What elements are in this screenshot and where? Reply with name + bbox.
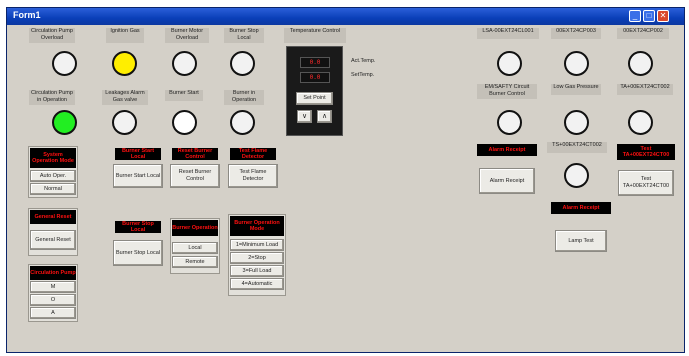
temperature-down-button[interactable]: ∨ [297,110,312,123]
min-load-button[interactable]: 1=Minimum Load [230,239,284,251]
test-flame-detector-header: Test Flame Detector [230,148,276,160]
title-bar[interactable]: Form1 _ □ ✕ [7,8,684,25]
burner-stop-local-header: Burner Stop Local [115,221,161,233]
general-reset-button[interactable]: General Reset [30,230,76,250]
close-button[interactable]: ✕ [657,10,669,22]
burner-operation-mode-header: Burner Operation Mode [230,216,284,236]
circ-pump-off-button[interactable]: O [30,294,76,306]
test-ta-header: Test TA+00EXT24CT00 [617,144,675,160]
indicator-label-ts: TS+00EXT24CT002 [547,142,607,153]
indicator-label-lsa: LSA-00EXT24CL001 [477,28,539,39]
burner-operation-header: Burner Operation [172,220,218,236]
circ-pump-auto-button[interactable]: A [30,307,76,319]
alarm-receipt-header: Alarm Receipt [477,144,537,156]
application-window: Form1 _ □ ✕ Circulation Pump Overload Ig… [6,7,685,353]
indicator-burner-start [172,110,197,135]
indicator-burner-in-operation [230,110,255,135]
indicator-label-burner-in-operation: Burner in Operation [224,90,264,105]
automatic-mode-button[interactable]: 4=Automatic [230,278,284,290]
act-temp-label: Act.Temp. [351,58,376,64]
indicator-burner-stop-local [230,51,255,76]
stop-mode-button[interactable]: 2=Stop [230,252,284,264]
burner-start-local-header: Burner Start Local [115,148,161,160]
window-title: Form1 [13,10,41,20]
maximize-button[interactable]: □ [643,10,655,22]
indicator-ts [564,163,589,188]
indicator-low-gas-pressure [564,110,589,135]
indicator-label-burner-start: Burner Start [165,90,203,101]
indicator-label-circ-pump-operation: Circulation Pump in Operation [29,90,75,105]
indicator-burner-motor-overload [172,51,197,76]
lamp-test-header: Alarm Receipt [551,202,611,214]
burner-local-button[interactable]: Local [172,242,218,254]
temperature-control-panel: 0.0 0.0 Set Point ∨ ∧ [286,46,343,136]
indicator-cp003 [564,51,589,76]
set-temp-label: SetTemp. [351,72,375,78]
set-point-button[interactable]: Set Point [296,92,333,105]
indicator-label-ignition-gas: Ignition Gas [106,28,144,43]
reset-burner-control-header: Reset Burner Control [172,148,218,160]
indicator-label-em-safety: EM/SAFTY Circuit Burner Control [477,84,537,99]
burner-remote-button[interactable]: Remote [172,256,218,268]
indicator-label-cp002: 00EXT24CP002 [617,28,669,39]
circulation-pump-header: Circulation Pump [30,266,76,280]
indicator-label-cp003: 00EXT24CP003 [551,28,601,39]
indicator-label-burner-stop-local: Burner Stop Local [224,28,264,43]
circ-pump-manual-button[interactable]: M [30,281,76,293]
normal-button[interactable]: Normal [30,183,76,195]
alarm-receipt-button[interactable]: Alarm Receipt [479,168,535,194]
test-flame-detector-button[interactable]: Test Flame Detector [228,164,278,188]
actual-temperature-display: 0.0 [300,57,330,68]
burner-start-local-button[interactable]: Burner Start Local [113,164,163,188]
indicator-leakages-alarm [112,110,137,135]
full-load-button[interactable]: 3=Full Load [230,265,284,277]
auto-oper-button[interactable]: Auto Oper. [30,170,76,182]
indicator-label-low-gas: Low Gas Pressure [551,84,601,95]
reset-burner-control-button[interactable]: Reset Burner Control [170,164,220,188]
system-operation-mode-header: System Operation Mode [30,148,76,168]
indicator-em-safety [497,110,522,135]
burner-stop-local-button[interactable]: Burner Stop Local [113,240,163,266]
test-ta-button[interactable]: Test TA+00EXT24CT00 [618,170,674,196]
indicator-label-burner-motor-overload: Burner Motor Overload [165,28,209,43]
temperature-up-button[interactable]: ∧ [317,110,332,123]
general-reset-header: General Reset [30,210,76,224]
indicator-label-circ-pump-overload: Circulation Pump Overload [29,28,75,43]
indicator-label-leakages-alarm: Leakages Alarm Gas valve [102,90,148,105]
set-temperature-display: 0.0 [300,72,330,83]
indicator-ignition-gas [112,51,137,76]
indicator-lsa [497,51,522,76]
indicator-circ-pump-operation [52,110,77,135]
indicator-cp002 [628,51,653,76]
indicator-ta [628,110,653,135]
indicator-label-ta: TA+00EXT24CT002 [617,84,673,95]
temperature-control-label: Temperature Control [284,28,346,43]
minimize-button[interactable]: _ [629,10,641,22]
indicator-circ-pump-overload [52,51,77,76]
lamp-test-button[interactable]: Lamp Test [555,230,607,252]
